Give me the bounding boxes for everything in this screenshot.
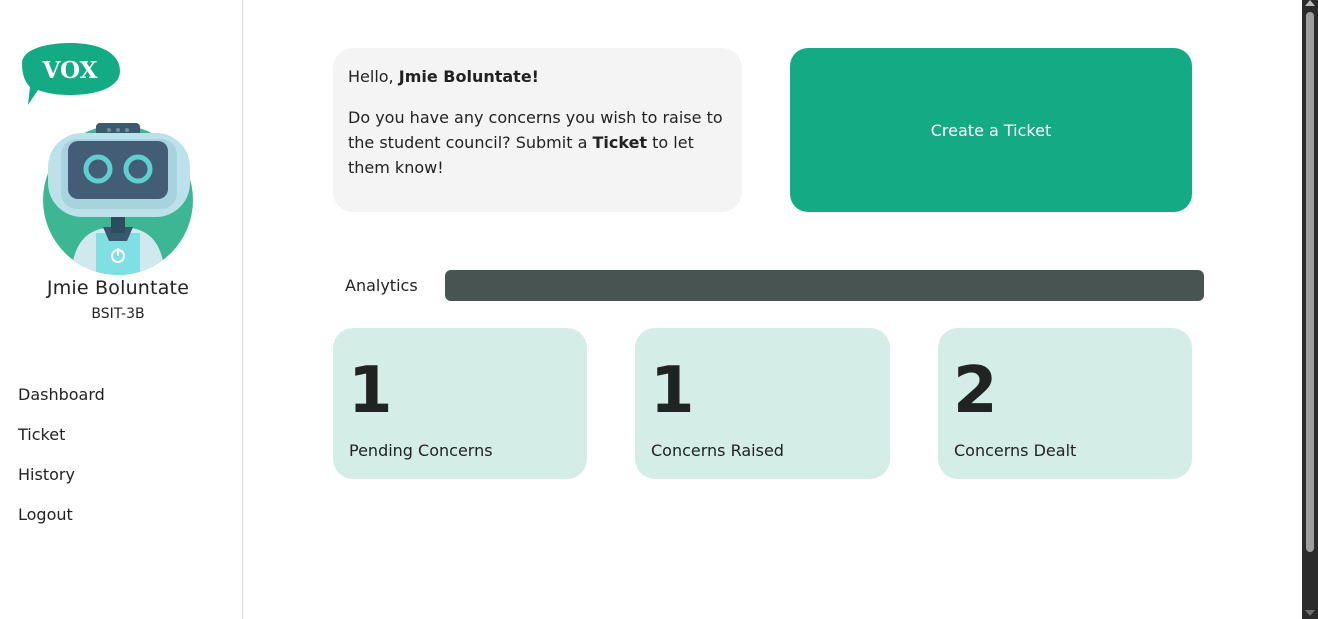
scrollbar-thumb[interactable] xyxy=(1306,12,1314,552)
sidebar-item-logout[interactable]: Logout xyxy=(18,505,105,545)
sidebar-item-ticket[interactable]: Ticket xyxy=(18,425,105,465)
scroll-down-arrow-icon[interactable] xyxy=(1305,610,1315,616)
user-name: Jmie Boluntate xyxy=(46,277,190,299)
speech-bubble-logo-icon: VOX xyxy=(22,43,120,105)
vox-logo[interactable]: VOX xyxy=(20,43,122,107)
sidebar-item-dashboard[interactable]: Dashboard xyxy=(18,385,105,425)
stat-card-concerns-dealt: 2 Concerns Dealt xyxy=(938,328,1192,479)
stat-value: 1 xyxy=(348,354,393,428)
analytics-label: Analytics xyxy=(345,276,418,295)
user-section: BSIT-3B xyxy=(91,306,145,322)
stat-label: Pending Concerns xyxy=(349,441,493,460)
stat-label: Concerns Dealt xyxy=(954,441,1077,460)
stat-card-pending-concerns: 1 Pending Concerns xyxy=(333,328,587,479)
scroll-up-arrow-icon[interactable] xyxy=(1305,0,1315,6)
analytics-divider-bar xyxy=(445,270,1204,301)
sidebar-item-history[interactable]: History xyxy=(18,465,105,505)
greeting-user-name: Jmie Boluntate! xyxy=(398,67,539,86)
greeting-prefix: Hello, xyxy=(348,67,399,86)
app-root: VOX Jmie Boluntate BSIT-3B Dashboard Tic… xyxy=(0,0,1318,619)
robot-avatar-icon xyxy=(43,123,193,275)
avatar xyxy=(41,123,195,275)
vertical-scrollbar[interactable] xyxy=(1302,0,1318,619)
sidebar-nav: Dashboard Ticket History Logout xyxy=(18,385,105,545)
stat-value: 1 xyxy=(650,354,695,428)
stat-card-concerns-raised: 1 Concerns Raised xyxy=(635,328,890,479)
greeting-card: Hello, Jmie Boluntate! Do you have any c… xyxy=(333,48,742,212)
greeting-message: Do you have any concerns you wish to rai… xyxy=(348,105,727,180)
greeting-message-bold: Ticket xyxy=(592,133,648,152)
create-ticket-button[interactable]: Create a Ticket xyxy=(790,48,1192,212)
stat-label: Concerns Raised xyxy=(651,441,784,460)
stat-value: 2 xyxy=(953,354,998,428)
svg-text:VOX: VOX xyxy=(42,57,98,84)
greeting-title: Hello, Jmie Boluntate! xyxy=(348,64,727,89)
sidebar: VOX Jmie Boluntate BSIT-3B Dashboard Tic… xyxy=(0,0,243,619)
